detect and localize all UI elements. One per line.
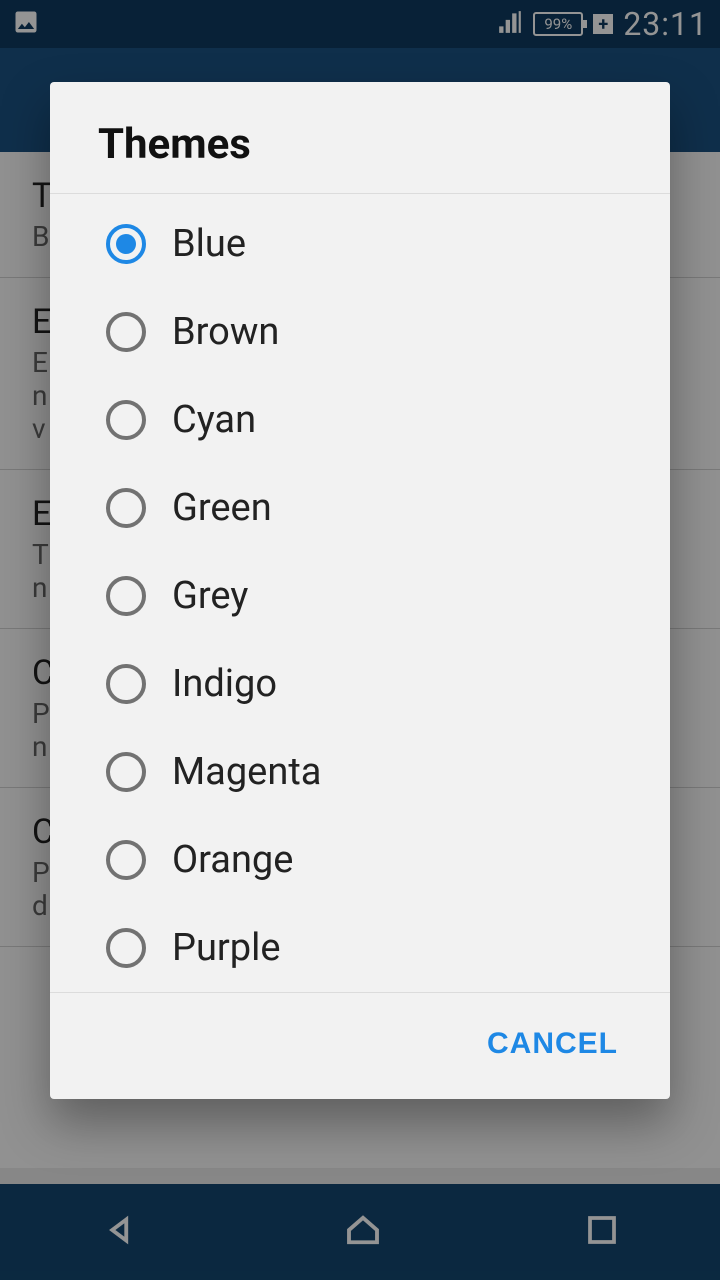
theme-option-label: Cyan bbox=[172, 398, 256, 442]
radio-icon bbox=[106, 400, 146, 440]
theme-option-label: Purple bbox=[172, 926, 281, 970]
theme-option-brown[interactable]: Brown bbox=[50, 288, 670, 376]
theme-option-label: Indigo bbox=[172, 662, 277, 706]
radio-icon bbox=[106, 312, 146, 352]
theme-option-label: Magenta bbox=[172, 750, 321, 794]
theme-option-cyan[interactable]: Cyan bbox=[50, 376, 670, 464]
theme-option-label: Grey bbox=[172, 574, 248, 618]
theme-option-label: Brown bbox=[172, 310, 279, 354]
theme-option-blue[interactable]: Blue bbox=[50, 200, 670, 288]
theme-option-green[interactable]: Green bbox=[50, 464, 670, 552]
radio-icon bbox=[106, 224, 146, 264]
radio-icon bbox=[106, 576, 146, 616]
radio-icon bbox=[106, 488, 146, 528]
theme-options-list: Blue Brown Cyan Green Grey Indigo Magenta Orang… bbox=[50, 194, 670, 993]
theme-option-indigo[interactable]: Indigo bbox=[50, 640, 670, 728]
themes-dialog: Themes Blue Brown Cyan Green Grey Indigo Magen… bbox=[50, 82, 670, 1099]
theme-option-grey[interactable]: Grey bbox=[50, 552, 670, 640]
cancel-button[interactable]: CANCEL bbox=[467, 1015, 638, 1073]
theme-option-label: Green bbox=[172, 486, 272, 530]
dialog-title: Themes bbox=[50, 82, 670, 194]
radio-icon bbox=[106, 840, 146, 880]
theme-option-orange[interactable]: Orange bbox=[50, 816, 670, 904]
theme-option-label: Blue bbox=[172, 222, 246, 266]
radio-icon bbox=[106, 664, 146, 704]
theme-option-label: Orange bbox=[172, 838, 293, 882]
radio-icon bbox=[106, 928, 146, 968]
dialog-actions: CANCEL bbox=[50, 993, 670, 1099]
theme-option-purple[interactable]: Purple bbox=[50, 904, 670, 992]
theme-option-magenta[interactable]: Magenta bbox=[50, 728, 670, 816]
radio-icon bbox=[106, 752, 146, 792]
